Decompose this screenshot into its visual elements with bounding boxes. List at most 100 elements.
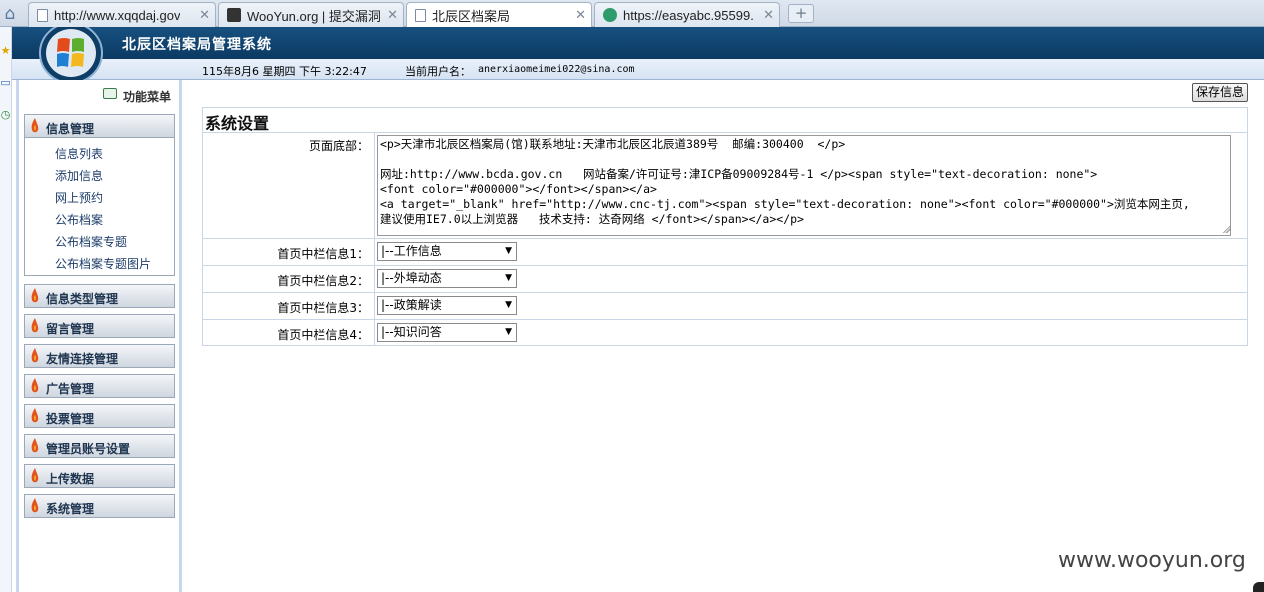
menu-icon <box>103 88 117 99</box>
flame-icon <box>31 318 39 333</box>
sidebar-item-public-archive[interactable]: 公布档案 <box>55 211 103 228</box>
select-value: |--外埠动态 <box>381 271 442 285</box>
browser-tab-beichen[interactable]: 北辰区档案局 ✕ <box>406 2 592 28</box>
dropdown-arrow-icon: ▼ <box>505 273 512 283</box>
select-value: |--知识问答 <box>381 325 442 339</box>
section-label: 广告管理 <box>46 382 95 396</box>
flame-icon <box>31 288 39 303</box>
flame-icon <box>31 118 39 133</box>
watermark: www.wooyun.org <box>1058 548 1246 573</box>
column-row-3: 首页中栏信息3： |--政策解读 ▼ <box>203 292 1247 319</box>
menu-header: 功能菜单 <box>19 82 179 106</box>
close-icon[interactable]: ✕ <box>199 7 210 23</box>
column-select-1[interactable]: |--工作信息 ▼ <box>377 242 517 261</box>
sidebar: 功能菜单 信息管理 信息列表 添加信息 网上预约 公布档案 公布档案专题 公布档… <box>16 80 182 592</box>
clock-icon[interactable]: ◷ <box>0 108 11 122</box>
dropdown-arrow-icon: ▼ <box>505 300 512 310</box>
resize-grip-icon[interactable] <box>1223 225 1231 233</box>
column-label-4: 首页中栏信息4： <box>277 328 369 342</box>
flame-icon <box>31 438 39 453</box>
select-value: |--政策解读 <box>381 298 442 312</box>
sidebar-item-archive-topic-images[interactable]: 公布档案专题图片 <box>55 255 151 272</box>
sidebar-section-system[interactable]: 系统管理 <box>24 494 175 518</box>
column-row-4: 首页中栏信息4： |--知识问答 ▼ <box>203 319 1247 345</box>
tab-label: https://easyabc.95599. <box>623 7 754 23</box>
new-tab-button[interactable]: + <box>788 4 814 23</box>
footer-textarea[interactable]: <p>天津市北辰区档案局(馆)联系地址:天津市北辰区北辰道389号 邮编:300… <box>377 135 1231 236</box>
sidebar-section-messages[interactable]: 留言管理 <box>24 314 175 338</box>
sidebar-item-info-list[interactable]: 信息列表 <box>55 145 103 162</box>
tab-label: 北辰区档案局 <box>432 9 511 24</box>
close-icon[interactable]: ✕ <box>387 7 398 23</box>
wooyun-icon <box>227 8 241 22</box>
sidebar-section-admin-accounts[interactable]: 管理员账号设置 <box>24 434 175 458</box>
screen: ⌂ http://www.xqqdaj.gov ✕ WooYun.org | 提… <box>0 0 1264 592</box>
sidebar-section-info-type[interactable]: 信息类型管理 <box>24 284 175 308</box>
globe-icon <box>603 8 617 22</box>
footer-row: 页面底部： <p>天津市北辰区档案局(馆)联系地址:天津市北辰区北辰道389号 … <box>203 132 1247 238</box>
section-label: 系统管理 <box>46 502 95 516</box>
corner-mark <box>1253 582 1264 592</box>
windows-shield-logo <box>39 27 103 84</box>
footer-label: 页面底部： <box>308 139 369 153</box>
sidebar-section-info[interactable]: 信息管理 <box>24 114 175 138</box>
close-icon[interactable]: ✕ <box>763 7 774 23</box>
section-label: 管理员账号设置 <box>46 442 131 456</box>
section-label: 投票管理 <box>46 412 95 426</box>
row-divider <box>374 133 375 238</box>
settings-form: 系统设置 页面底部： <p>天津市北辰区档案局(馆)联系地址:天津市北辰区北辰道… <box>202 107 1248 346</box>
app-header: 北辰区档案局管理系统 <box>12 27 1264 59</box>
menu-title: 功能菜单 <box>123 90 172 104</box>
sidebar-section-links[interactable]: 友情连接管理 <box>24 344 175 368</box>
datetime: 115年8月6 星期四 下午 3:22:47 <box>202 65 367 78</box>
browser-tab-easyabc[interactable]: https://easyabc.95599. ✕ <box>594 2 780 27</box>
section-label: 友情连接管理 <box>46 352 119 366</box>
section-label: 上传数据 <box>46 472 95 486</box>
row-divider <box>374 239 375 265</box>
favorites-bar: ★ ▭ ◷ <box>0 27 12 592</box>
column-label-3: 首页中栏信息3： <box>277 301 369 315</box>
sidebar-item-online-booking[interactable]: 网上预约 <box>55 189 103 206</box>
column-label-1: 首页中栏信息1： <box>277 247 369 261</box>
current-user-label: 当前用户名： <box>405 65 471 78</box>
select-value: |--工作信息 <box>381 244 442 258</box>
page-icon <box>37 8 48 22</box>
tab-label: http://www.xqqdaj.gov <box>54 7 181 23</box>
tab-label: WooYun.org | 提交漏洞 <box>247 8 381 24</box>
row-divider <box>374 293 375 319</box>
save-button[interactable]: 保存信息 <box>1192 83 1248 102</box>
section-label: 信息类型管理 <box>46 292 119 306</box>
column-row-1: 首页中栏信息1： |--工作信息 ▼ <box>203 238 1247 265</box>
page-title: 系统设置 <box>205 114 270 133</box>
flame-icon <box>31 498 39 513</box>
app-title: 北辰区档案局管理系统 <box>122 37 272 53</box>
browser-tab-wooyun[interactable]: WooYun.org | 提交漏洞 ✕ <box>218 2 404 27</box>
flame-icon <box>31 348 39 363</box>
column-row-2: 首页中栏信息2： |--外埠动态 ▼ <box>203 265 1247 292</box>
star-icon[interactable]: ★ <box>0 44 11 58</box>
flame-icon <box>31 378 39 393</box>
browser-tab-xqqdaj[interactable]: http://www.xqqdaj.gov ✕ <box>28 2 216 27</box>
dropdown-arrow-icon: ▼ <box>505 327 512 337</box>
close-icon[interactable]: ✕ <box>575 7 586 23</box>
sidebar-submenu: 信息列表 添加信息 网上预约 公布档案 公布档案专题 公布档案专题图片 <box>24 138 175 276</box>
section-label: 信息管理 <box>46 122 95 136</box>
column-label-2: 首页中栏信息2： <box>277 274 369 288</box>
page-icon <box>415 9 426 22</box>
sidebar-section-ads[interactable]: 广告管理 <box>24 374 175 398</box>
flame-icon <box>31 468 39 483</box>
sidebar-section-votes[interactable]: 投票管理 <box>24 404 175 428</box>
dropdown-arrow-icon: ▼ <box>505 246 512 256</box>
current-user: anerxiaomeimei022@sina.com <box>478 64 635 75</box>
row-divider <box>374 320 375 345</box>
window-icon[interactable]: ▭ <box>0 76 11 90</box>
home-icon[interactable]: ⌂ <box>0 4 20 24</box>
sidebar-item-add-info[interactable]: 添加信息 <box>55 167 103 184</box>
column-select-2[interactable]: |--外埠动态 ▼ <box>377 269 517 288</box>
section-label: 留言管理 <box>46 322 95 336</box>
column-select-3[interactable]: |--政策解读 ▼ <box>377 296 517 315</box>
sidebar-section-upload[interactable]: 上传数据 <box>24 464 175 488</box>
browser-tab-strip: ⌂ http://www.xqqdaj.gov ✕ WooYun.org | 提… <box>0 0 1264 28</box>
column-select-4[interactable]: |--知识问答 ▼ <box>377 323 517 342</box>
sidebar-item-archive-topic[interactable]: 公布档案专题 <box>55 233 127 250</box>
